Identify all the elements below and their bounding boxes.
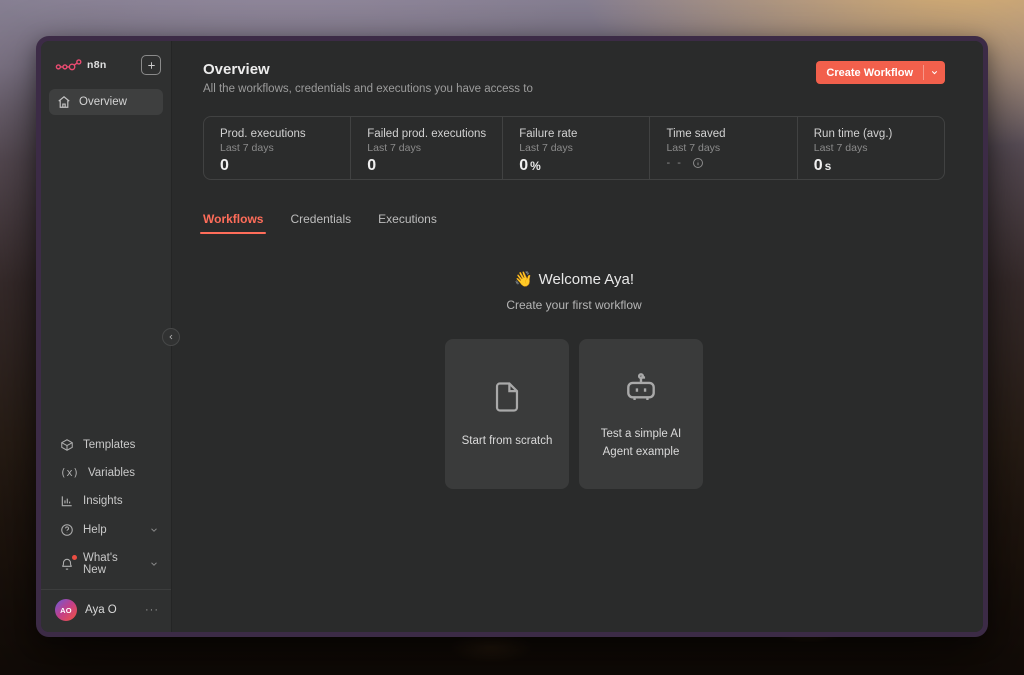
logo-text: n8n [87, 59, 107, 71]
sidebar-item-templates[interactable]: Templates [41, 430, 171, 459]
sidebar-item-variables[interactable]: (x) Variables [41, 459, 171, 486]
avatar: AO [55, 599, 77, 621]
sidebar-bottom-nav: Templates (x) Variables Insights Help Wh… [41, 430, 171, 632]
stat-unit: s [824, 159, 832, 173]
stat-period: Last 7 days [519, 142, 573, 154]
avatar-initials: AO [60, 605, 72, 615]
add-workflow-button[interactable] [141, 55, 161, 75]
empty-state: 👋 Welcome Aya! Create your first workflow… [203, 270, 945, 489]
start-card-label: Test a simple AI Agent example [600, 428, 682, 458]
stat-label: Failed prod. executions [367, 128, 487, 140]
page-subtitle: All the workflows, credentials and execu… [203, 83, 533, 95]
sidebar: n8n Overview Templates (x) Variables Ins… [41, 41, 180, 632]
stat-prod-executions: Prod. executions Last 7 days 0 [204, 117, 350, 179]
sidebar-item-label: What's New [83, 551, 118, 576]
variable-icon: (x) [60, 466, 79, 479]
content-tabs: Workflows Credentials Executions [199, 212, 945, 234]
stat-value: 0 [367, 157, 377, 174]
welcome-heading: 👋 Welcome Aya! [203, 270, 945, 288]
stat-period: Last 7 days [220, 142, 274, 154]
main-content: Overview All the workflows, credentials … [172, 41, 983, 632]
stat-label: Time saved [666, 128, 726, 140]
info-icon[interactable] [692, 157, 704, 169]
tab-executions[interactable]: Executions [378, 212, 437, 234]
stat-period: Last 7 days [367, 142, 421, 154]
stat-label: Run time (avg.) [813, 128, 893, 140]
chevron-down-icon [149, 525, 159, 535]
stat-run-time-avg: Run time (avg.) Last 7 days 0 s [796, 117, 944, 179]
sidebar-collapse-handle[interactable] [162, 327, 180, 346]
stat-time-saved: Time saved Last 7 days - - [649, 117, 796, 179]
sidebar-item-label: Overview [79, 96, 127, 108]
stat-period: Last 7 days [666, 142, 721, 154]
welcome-subtitle: Create your first workflow [506, 298, 642, 312]
robot-icon [619, 367, 663, 409]
file-icon [488, 378, 526, 416]
sidebar-item-label: Insights [83, 494, 123, 507]
welcome-text: Welcome Aya! [538, 271, 634, 288]
tab-workflows[interactable]: Workflows [199, 212, 267, 234]
bell-icon [60, 554, 77, 571]
stat-label: Prod. executions [220, 128, 306, 140]
tab-credentials[interactable]: Credentials [290, 212, 351, 234]
stat-failed-prod-executions: Failed prod. executions Last 7 days 0 [350, 117, 502, 179]
stat-failure-rate: Failure rate Last 7 days 0 % [502, 117, 649, 179]
user-menu[interactable]: AO Aya O ··· [41, 590, 171, 632]
page-title: Overview [203, 61, 270, 78]
plus-icon [146, 60, 157, 71]
page-header-text: Overview All the workflows, credentials … [203, 61, 533, 95]
bar-chart-icon [60, 494, 74, 508]
stat-value: 0 [220, 157, 229, 174]
stat-value: 0 [813, 157, 823, 174]
start-card-label: Start from scratch [461, 434, 553, 447]
ai-agent-example-card[interactable]: Test a simple AI Agent example [579, 339, 703, 489]
package-icon [60, 438, 74, 452]
n8n-app-window: n8n Overview Templates (x) Variables Ins… [36, 36, 988, 637]
stat-label: Failure rate [519, 128, 578, 140]
chevron-left-icon [167, 333, 175, 341]
home-icon [57, 95, 71, 109]
sidebar-item-overview[interactable]: Overview [49, 89, 163, 115]
sidebar-item-insights[interactable]: Insights [41, 486, 171, 515]
create-workflow-dropdown[interactable] [924, 61, 945, 84]
chevron-down-icon [149, 559, 159, 569]
start-from-scratch-card[interactable]: Start from scratch [445, 339, 569, 489]
sidebar-logo-row: n8n [41, 41, 171, 87]
start-options: Start from scratch Test a simple AI Agen… [203, 339, 945, 489]
page-header: Overview All the workflows, credentials … [203, 61, 945, 95]
notification-badge [72, 554, 77, 560]
user-name: Aya O [85, 604, 117, 616]
sidebar-item-label: Variables [87, 466, 136, 479]
stat-value: 0 [519, 157, 529, 174]
stat-period: Last 7 days [813, 142, 868, 154]
sidebar-item-label: Templates [83, 438, 136, 451]
stat-unit: % [530, 159, 541, 173]
sidebar-item-help[interactable]: Help [41, 515, 171, 544]
sidebar-item-whats-new[interactable]: What's New [41, 544, 171, 583]
n8n-logo-icon [55, 58, 82, 73]
wave-emoji: 👋 [513, 271, 533, 288]
help-icon [60, 523, 74, 537]
create-workflow-button[interactable]: Create Workflow [816, 61, 945, 84]
create-workflow-label: Create Workflow [826, 66, 913, 79]
sidebar-item-label: Help [83, 523, 107, 536]
user-options-button[interactable]: ··· [145, 604, 159, 616]
stat-value: - - [666, 157, 683, 169]
stats-summary-bar: Prod. executions Last 7 days 0 Failed pr… [203, 116, 945, 180]
